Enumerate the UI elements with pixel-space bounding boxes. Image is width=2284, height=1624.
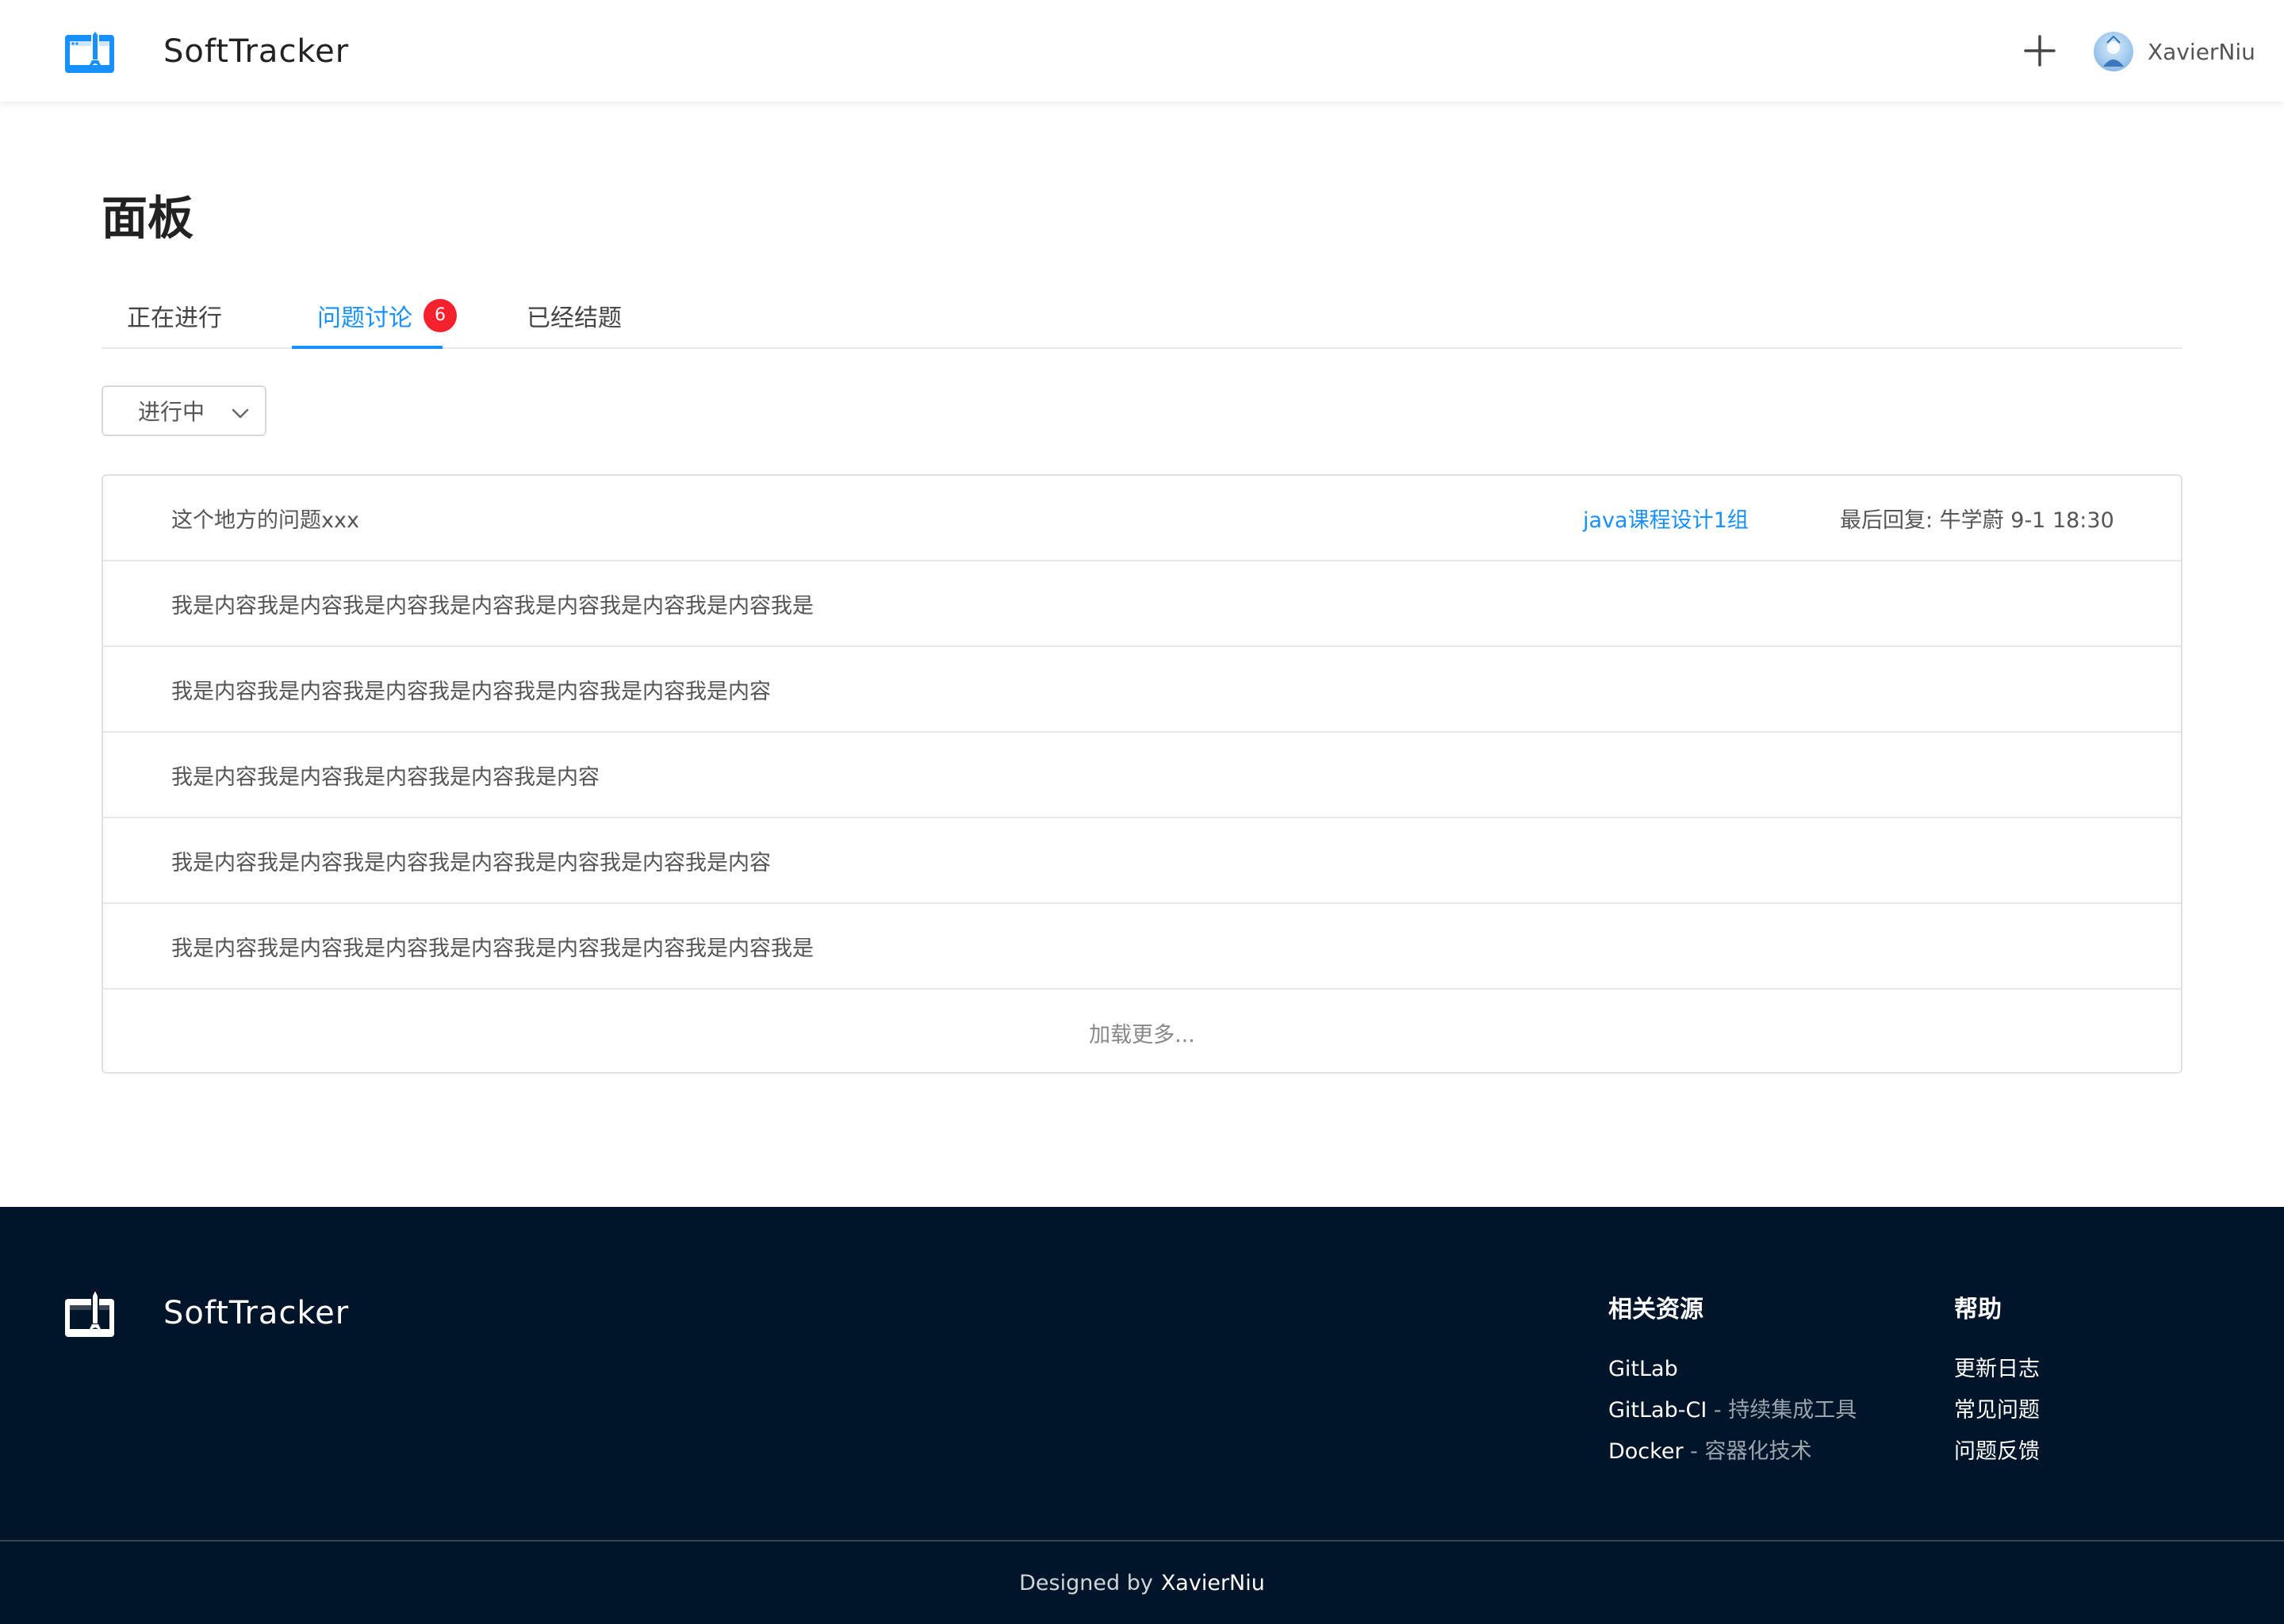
list-item[interactable]: 我是内容我是内容我是内容我是内容我是内容我是内容我是内容我是 [103,561,2181,647]
brand-name: SoftTracker [163,33,350,70]
discussion-title: 这个地方的问题xxx [171,508,359,533]
plus-icon[interactable] [2021,32,2059,70]
softtracker-logo-icon [65,1288,114,1337]
footer-brand: SoftTracker [63,1288,349,1339]
list-item[interactable]: 我是内容我是内容我是内容我是内容我是内容 [103,733,2181,818]
page-title: 面板 [102,191,194,245]
discussion-list: 这个地方的问题xxx java课程设计1组 最后回复: 牛学蔚 9-1 18:3… [102,474,2182,1074]
footer-credit: Designed by XavierNiu [0,1542,2284,1624]
tab-label: 已经结题 [527,304,622,332]
link-name: Docker [1608,1439,1684,1464]
user-name: XavierNiu [2148,38,2255,65]
unread-count-badge: 6 [423,299,457,332]
footer-link-feedback[interactable]: 问题反馈 [1954,1437,2160,1467]
footer: SoftTracker 相关资源 GitLab GitLab-CI - 持续集成… [0,1207,2284,1624]
footer-brand-name: SoftTracker [163,1295,350,1331]
tab-bar: 正在进行 问题讨论 6 已经结题 [102,282,2182,349]
tab-closed[interactable]: 已经结题 [527,282,622,349]
list-item[interactable]: 我是内容我是内容我是内容我是内容我是内容我是内容我是内容 [103,647,2181,733]
list-item[interactable]: 我是内容我是内容我是内容我是内容我是内容我是内容我是内容 [103,818,2181,904]
footer-link-changelog[interactable]: 更新日志 [1954,1354,2160,1385]
status-filter-select[interactable]: 进行中 [102,385,266,436]
softtracker-logo-icon [65,29,114,73]
link-description: - 容器化技术 [1683,1439,1812,1464]
tab-label: 正在进行 [127,304,222,332]
link-name: GitLab-CI [1608,1398,1707,1423]
discussion-content: 我是内容我是内容我是内容我是内容我是内容 [171,764,600,790]
load-more-button[interactable]: 加载更多... [103,990,2181,1072]
tab-label: 问题讨论 [317,304,412,332]
list-item[interactable]: 这个地方的问题xxx java课程设计1组 最后回复: 牛学蔚 9-1 18:3… [103,476,2181,561]
footer-link-gitlab[interactable]: GitLab [1608,1354,1870,1385]
footer-help: 帮助 更新日志 常见问题 问题反馈 [1954,1289,2160,1478]
footer-help-title: 帮助 [1954,1296,2002,1323]
avatar [2094,32,2133,71]
chevron-down-icon [232,408,249,419]
last-reply-info: 最后回复: 牛学蔚 9-1 18:30 [1840,508,2114,533]
brand[interactable]: SoftTracker [63,29,349,75]
user-menu[interactable]: XavierNiu [2094,30,2255,73]
footer-link-gitlab-ci[interactable]: GitLab-CI - 持续集成工具 [1608,1396,1870,1426]
discussion-content: 我是内容我是内容我是内容我是内容我是内容我是内容我是内容我是 [171,593,814,619]
status-filter-value: 进行中 [138,399,205,425]
list-item[interactable]: 我是内容我是内容我是内容我是内容我是内容我是内容我是内容我是 [103,904,2181,990]
discussion-content: 我是内容我是内容我是内容我是内容我是内容我是内容我是内容 [171,679,771,704]
credit-prefix: Designed by [1019,1570,1153,1595]
credit-name[interactable]: XavierNiu [1161,1571,1265,1595]
discussion-content: 我是内容我是内容我是内容我是内容我是内容我是内容我是内容 [171,850,771,875]
discussion-content: 我是内容我是内容我是内容我是内容我是内容我是内容我是内容我是 [171,936,814,961]
group-link[interactable]: java课程设计1组 [1583,503,1749,534]
active-tab-indicator [292,346,443,349]
top-header: SoftTracker XavierNiu [0,0,2284,102]
link-name: GitLab [1608,1357,1678,1381]
tab-discussion[interactable]: 问题讨论 6 [317,282,457,349]
avatar-icon [2103,35,2124,67]
link-description: - 持续集成工具 [1707,1398,1857,1423]
tab-in-progress[interactable]: 正在进行 [127,282,222,349]
footer-resources-title: 相关资源 [1608,1296,1703,1323]
footer-link-faq[interactable]: 常见问题 [1954,1396,2160,1426]
footer-link-docker[interactable]: Docker - 容器化技术 [1608,1437,1870,1467]
footer-resources: 相关资源 GitLab GitLab-CI - 持续集成工具 Docker - … [1608,1289,1870,1478]
